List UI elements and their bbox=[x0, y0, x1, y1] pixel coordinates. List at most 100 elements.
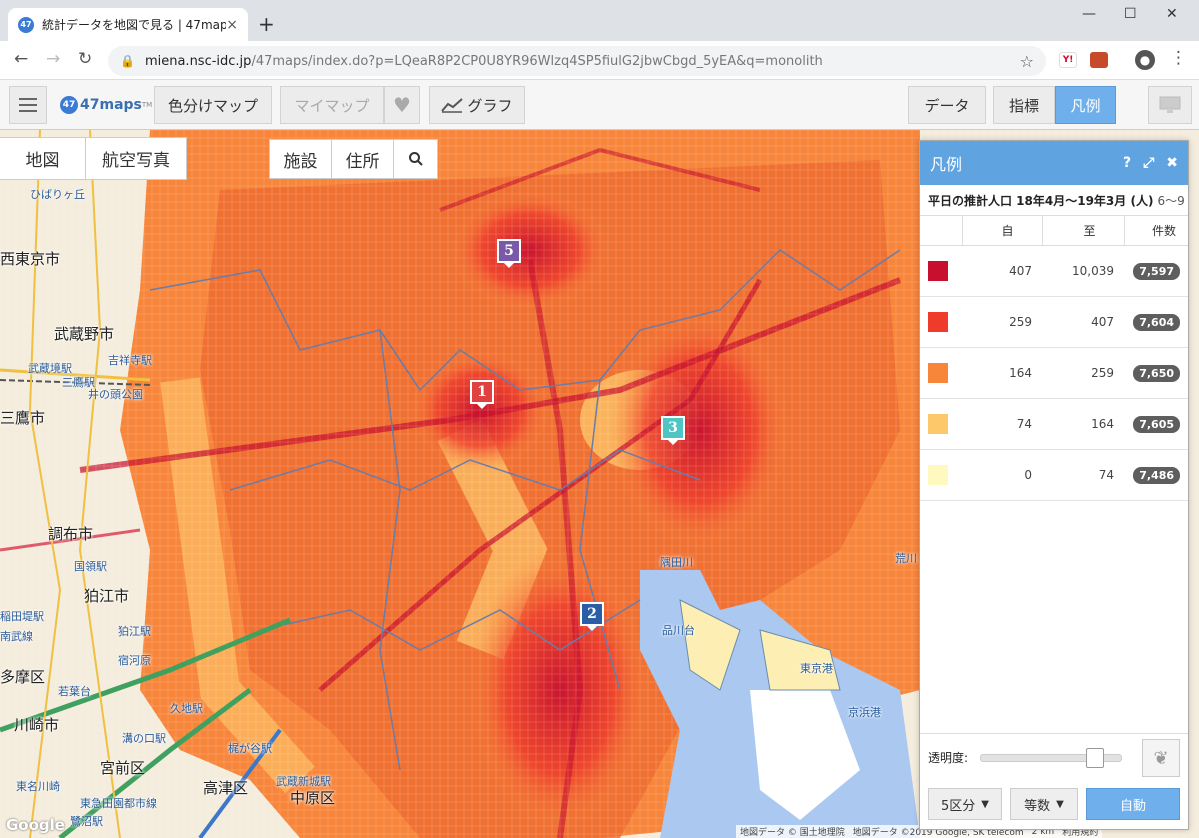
place-label: 南武線 bbox=[0, 630, 33, 643]
legend-header: 凡例 ? ⤢ ✖ bbox=[920, 141, 1188, 185]
legend-from: 407 bbox=[962, 245, 1042, 297]
place-label: 荒川 bbox=[895, 552, 917, 565]
back-icon[interactable]: ← bbox=[14, 49, 28, 69]
extension-icon[interactable] bbox=[1090, 52, 1108, 68]
expand-icon[interactable]: ⤢ bbox=[1143, 155, 1154, 171]
browser-tabstrip: 47 統計データを地図で見る | 47maps × + — ☐ ✕ bbox=[0, 0, 1199, 41]
help-icon[interactable]: ? bbox=[1123, 155, 1131, 171]
logo-badge: 47 bbox=[60, 96, 78, 114]
graph-label: グラフ bbox=[467, 96, 513, 115]
legend-count-badge: 7,650 bbox=[1133, 364, 1180, 382]
attribution-gsi: 地図データ © 国土地理院 bbox=[740, 828, 845, 838]
place-label: 品川台 bbox=[662, 624, 695, 637]
marker-3-label: 3 bbox=[661, 416, 685, 440]
display-button[interactable] bbox=[1148, 86, 1192, 124]
address-button[interactable]: 住所 bbox=[331, 139, 394, 179]
map-marker-2[interactable]: 2 bbox=[580, 602, 604, 631]
place-label: 若葉台 bbox=[58, 685, 91, 698]
place-label: 梶が谷駅 bbox=[228, 742, 272, 755]
legend-from: 164 bbox=[962, 347, 1042, 399]
place-label: 井の頭公園 bbox=[88, 388, 143, 401]
place-label: 中原区 bbox=[290, 789, 336, 807]
column-header bbox=[920, 215, 962, 246]
legend-row: 0 74 7,486 bbox=[920, 449, 1188, 501]
forward-icon[interactable]: → bbox=[46, 49, 60, 69]
map-type-map-button[interactable]: 地図 bbox=[0, 137, 86, 180]
class-count-value: 5区分 bbox=[941, 798, 976, 814]
opacity-control: 透明度: ❦ bbox=[920, 733, 1188, 781]
place-label: 京浜港 bbox=[848, 706, 881, 719]
legend-from: 259 bbox=[962, 296, 1042, 348]
leaf-button[interactable]: ❦ bbox=[1142, 739, 1180, 777]
place-label: 国領駅 bbox=[74, 560, 107, 573]
place-label: 狛江駅 bbox=[118, 625, 151, 638]
graph-button[interactable]: グラフ bbox=[429, 86, 525, 124]
minimize-icon[interactable]: — bbox=[1082, 6, 1096, 22]
class-count-dropdown[interactable]: 5区分 ▼ bbox=[928, 788, 1002, 820]
classification-method-dropdown[interactable]: 等数 ▼ bbox=[1010, 788, 1078, 820]
url-host: miena.nsc-idc.jp bbox=[144, 53, 252, 69]
favicon-icon: 47 bbox=[18, 16, 34, 33]
map-marker-1[interactable]: 1 bbox=[470, 380, 494, 409]
bookmark-star-icon[interactable]: ☆ bbox=[1020, 52, 1034, 71]
place-label: 吉祥寺駅 bbox=[108, 354, 152, 367]
close-icon[interactable]: ✖ bbox=[1166, 155, 1178, 171]
column-header: 自 bbox=[961, 215, 1042, 246]
legend-swatch bbox=[928, 465, 948, 485]
opacity-slider-handle[interactable] bbox=[1086, 747, 1105, 768]
legend-row: 407 10,039 7,597 bbox=[920, 245, 1188, 297]
legend-to: 10,039 bbox=[1042, 245, 1124, 297]
map-type-aerial-button[interactable]: 航空写真 bbox=[85, 137, 187, 180]
data-button[interactable]: データ bbox=[908, 86, 986, 124]
map-marker-3[interactable]: 3 bbox=[661, 416, 685, 445]
legend-swatch bbox=[928, 261, 948, 281]
lock-icon: 🔒 bbox=[120, 54, 135, 68]
legend-panel: 凡例 ? ⤢ ✖ 平日の推計人口 18年4月〜19年3月 (人) 6〜9 自 至… bbox=[919, 140, 1189, 830]
window-close-icon[interactable]: ✕ bbox=[1166, 6, 1178, 22]
place-label: 西東京市 bbox=[0, 250, 61, 268]
menu-kebab-icon[interactable]: ⋮ bbox=[1170, 48, 1187, 68]
caret-down-icon: ▼ bbox=[981, 798, 989, 810]
app-logo[interactable]: 47 47maps TM bbox=[60, 96, 152, 114]
legend-title: 凡例 bbox=[930, 155, 963, 174]
legend-count-badge: 7,597 bbox=[1133, 262, 1180, 280]
yahoo-extension-icon[interactable]: Y! bbox=[1059, 52, 1077, 68]
legend-row: 259 407 7,604 bbox=[920, 296, 1188, 348]
heart-icon: ♥ bbox=[393, 93, 411, 117]
indicator-button[interactable]: 指標 bbox=[993, 86, 1055, 124]
hamburger-icon bbox=[19, 98, 37, 112]
auto-button[interactable]: 自動 bbox=[1086, 788, 1180, 820]
google-logo: Google bbox=[6, 816, 65, 834]
marker-5-label: 5 bbox=[497, 239, 521, 263]
legend-button[interactable]: 凡例 bbox=[1055, 86, 1116, 124]
facility-button[interactable]: 施設 bbox=[269, 139, 332, 179]
maximize-icon[interactable]: ☐ bbox=[1124, 6, 1137, 22]
place-label: 隅田川 bbox=[660, 556, 693, 569]
new-tab-button[interactable]: + bbox=[258, 12, 275, 36]
place-label: 東京港 bbox=[800, 662, 833, 675]
place-label: 東名川崎 bbox=[16, 780, 60, 793]
place-label: 狛江市 bbox=[84, 587, 130, 605]
caret-down-icon: ▼ bbox=[1056, 798, 1064, 810]
search-button[interactable] bbox=[393, 139, 438, 179]
app-toolbar: 47 47maps TM 色分けマップ マイマップ ♥ グラフ データ 指標 凡… bbox=[0, 80, 1199, 130]
hamburger-menu-button[interactable] bbox=[9, 86, 47, 124]
legend-table: 自 至 件数 407 10,039 7,597 259 407 7,604 164 259 7,… bbox=[920, 215, 1188, 501]
indicator-name: 平日の推計人口 18年4月〜19年3月 (人) bbox=[928, 193, 1154, 208]
favorite-button[interactable]: ♥ bbox=[384, 86, 420, 124]
close-tab-icon[interactable]: × bbox=[226, 17, 238, 33]
legend-footer: 5区分 ▼ 等数 ▼ 自動 bbox=[920, 779, 1188, 829]
place-label: 溝の口駅 bbox=[122, 732, 166, 745]
my-map-button[interactable]: マイマップ bbox=[280, 86, 384, 124]
legend-count-badge: 7,605 bbox=[1133, 415, 1180, 433]
browser-tab[interactable]: 47 統計データを地図で見る | 47maps × bbox=[8, 8, 248, 41]
color-map-button[interactable]: 色分けマップ bbox=[154, 86, 272, 124]
opacity-slider[interactable] bbox=[980, 747, 1123, 768]
map-marker-5[interactable]: 5 bbox=[497, 239, 521, 268]
legend-to: 164 bbox=[1042, 398, 1124, 450]
reload-icon[interactable]: ↻ bbox=[78, 49, 92, 69]
address-bar[interactable]: 🔒 miena.nsc-idc.jp /47maps/index.do?p=LQ… bbox=[108, 46, 1046, 76]
column-header: 至 bbox=[1041, 215, 1124, 246]
profile-icon[interactable]: ● bbox=[1135, 50, 1155, 70]
place-label: 武蔵野市 bbox=[54, 325, 115, 343]
